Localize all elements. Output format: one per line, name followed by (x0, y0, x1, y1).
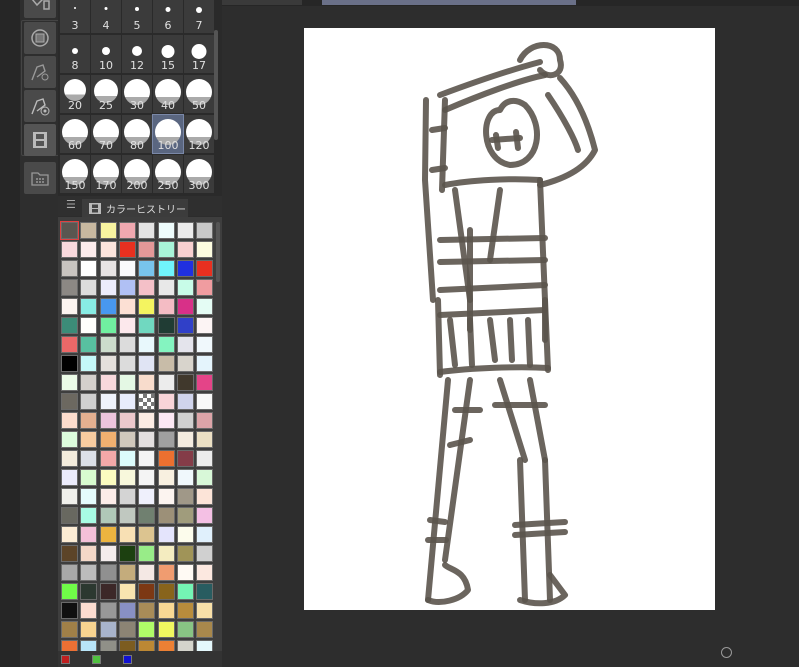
sketch-stroke (442, 176, 543, 188)
sketch-stroke (447, 437, 473, 448)
sketch-stroke (467, 317, 475, 368)
sketch-stroke (493, 132, 501, 151)
sketch-stroke (437, 235, 548, 243)
sketch-stroke (512, 519, 568, 528)
sketch-stroke (437, 282, 548, 293)
sketch-stroke (429, 125, 448, 133)
sketch-stroke (487, 317, 498, 363)
sketch-stroke (439, 97, 448, 193)
sketch-stroke (545, 92, 581, 153)
sketch-stroke (497, 377, 528, 463)
sketch-stroke (435, 297, 443, 378)
sketch-stroke (437, 257, 548, 265)
sketch-stroke (483, 97, 540, 168)
sketch-stroke (429, 165, 448, 173)
sketch-stroke (442, 72, 548, 113)
sketch-stroke (487, 187, 503, 263)
sketch-stroke (427, 517, 448, 525)
sketch-stroke (512, 529, 568, 538)
navigator-circle-icon[interactable] (721, 647, 732, 658)
sketch-stroke (437, 364, 551, 375)
sketch-stroke (425, 562, 471, 605)
figure-sketch (422, 42, 598, 607)
sketch-stroke (437, 307, 548, 318)
sketch-stroke (517, 457, 528, 603)
sketch-stroke (507, 317, 515, 363)
sketch-stroke (447, 317, 458, 368)
sketch-stroke (527, 377, 548, 463)
sketch-stroke (513, 129, 521, 151)
sketch-stroke (525, 317, 533, 368)
sketch-stroke (542, 297, 551, 373)
